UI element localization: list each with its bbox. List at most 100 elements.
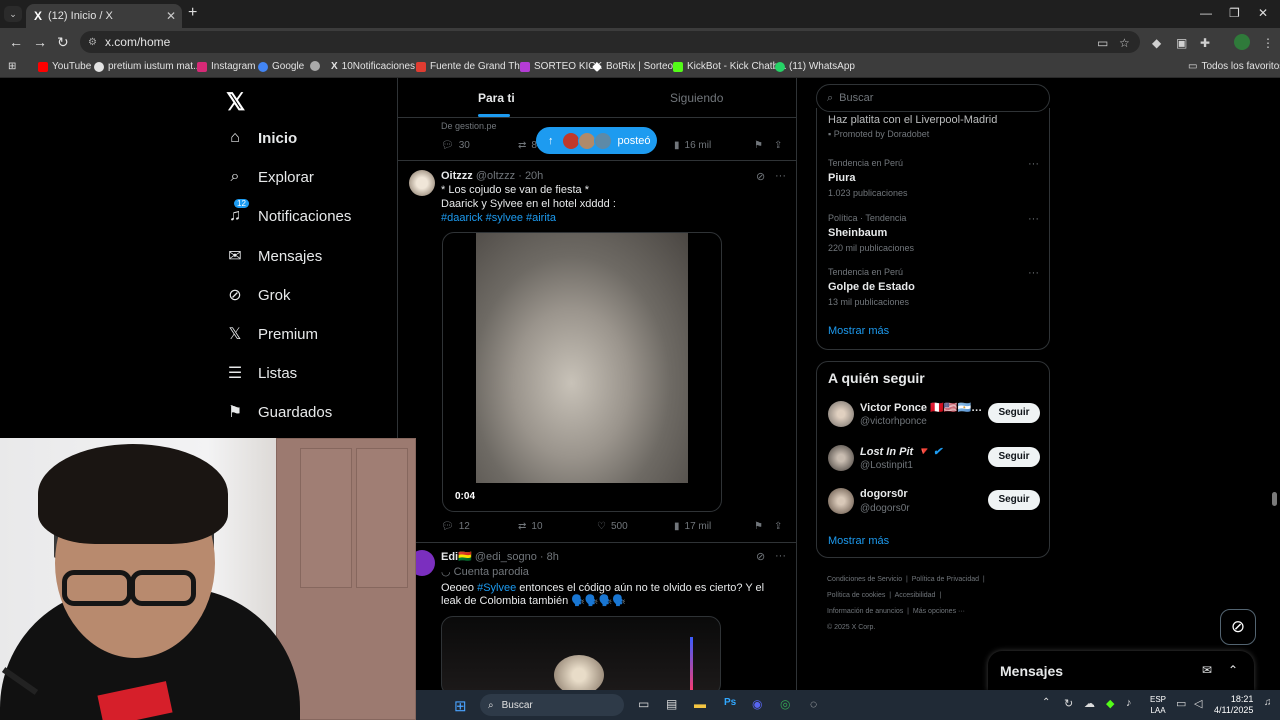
follow-button[interactable]: Seguir bbox=[988, 403, 1040, 423]
post-handle[interactable]: @edi_sogno bbox=[475, 551, 537, 563]
bookmark-instagram[interactable]: Instagram bbox=[197, 61, 255, 72]
menu-kebab-icon[interactable]: ⋮ bbox=[1262, 36, 1274, 50]
footer-link[interactable]: Condiciones de Servicio bbox=[827, 576, 902, 583]
follow-name[interactable]: Lost In Pit 🔻 ✔ bbox=[860, 445, 942, 458]
post-media[interactable] bbox=[441, 616, 721, 690]
tab-following[interactable]: Siguiendo bbox=[670, 91, 723, 105]
bookmark-google[interactable]: Google bbox=[258, 61, 304, 72]
nav-home[interactable]: ⌂ Inicio bbox=[226, 129, 297, 147]
footer-link[interactable]: Política de Privacidad bbox=[912, 576, 979, 583]
nav-messages[interactable]: ✉ Mensajes bbox=[226, 246, 322, 266]
clock[interactable]: 18:21 4/11/2025 bbox=[1214, 694, 1253, 716]
nav-lists[interactable]: ☰ Listas bbox=[226, 363, 297, 383]
trend-item[interactable]: Política · Tendencia Sheinbaum 220 mil p… bbox=[828, 213, 914, 253]
trend-item[interactable]: Tendencia en Perú Piura 1.023 publicacio… bbox=[828, 158, 908, 198]
grok-icon[interactable]: ⊘ bbox=[756, 550, 765, 563]
bookmark-icon[interactable]: ⚑ bbox=[754, 521, 763, 532]
post-author-name[interactable]: Oitzzz bbox=[441, 170, 473, 182]
back-icon[interactable]: ← bbox=[9, 34, 23, 50]
bookmark-sorteo-kick[interactable]: SORTEO KICK bbox=[520, 61, 602, 72]
bookmark-botrix[interactable]: BotRix | Sorteos bbox=[592, 61, 678, 72]
share-icon[interactable]: ⇪ bbox=[774, 140, 782, 151]
cloud-icon[interactable]: ☁ bbox=[1084, 697, 1095, 710]
tray-chevron-icon[interactable]: ⌃ bbox=[1042, 697, 1050, 708]
follow-handle[interactable]: @dogors0r bbox=[860, 503, 910, 514]
follow-suggestion[interactable]: Victor Ponce 🇵🇪🇺🇸🇦🇷… @victorhponce Segui… bbox=[828, 401, 1040, 431]
browser-tab[interactable]: X (12) Inicio / X ✕ bbox=[26, 4, 182, 28]
new-posts-pill[interactable]: ↑ posteó bbox=[536, 127, 657, 154]
follow-suggestion[interactable]: dogors0r @dogors0r Seguir bbox=[828, 488, 1040, 518]
extension-icon-2[interactable]: ▣ bbox=[1176, 36, 1187, 50]
nav-bookmarks[interactable]: ⚑ Guardados bbox=[226, 402, 332, 422]
trend-item[interactable]: Tendencia en Perú Golpe de Estado 13 mil… bbox=[828, 267, 915, 307]
post-time[interactable]: 8h bbox=[547, 551, 559, 563]
more-options-icon[interactable]: ··· bbox=[775, 170, 786, 182]
follow-suggestion[interactable]: Lost In Pit 🔻 ✔ @Lostinpit1 Seguir bbox=[828, 445, 1040, 475]
post-author-name[interactable]: Edi🇧🇴 bbox=[441, 551, 472, 563]
forward-icon[interactable]: → bbox=[33, 34, 47, 50]
mic-icon[interactable]: ♪ bbox=[1126, 697, 1132, 709]
new-message-icon[interactable]: ✉ bbox=[1202, 663, 1212, 677]
grok-icon[interactable]: ⊘ bbox=[756, 170, 765, 183]
avatar[interactable] bbox=[828, 488, 854, 514]
bookmark-youtube[interactable]: YouTube bbox=[38, 61, 91, 72]
bookmark-notifications[interactable]: X 10Notificaciones bbox=[331, 61, 415, 72]
notifications-icon[interactable]: ♫ bbox=[1264, 697, 1272, 708]
all-favorites[interactable]: ▭ Todos los favoritos bbox=[1188, 61, 1280, 72]
bookmark-kickbot[interactable]: KickBot - Kick Chatb... bbox=[673, 61, 786, 72]
app-icon-2[interactable]: ◌ bbox=[810, 697, 817, 711]
messages-drawer[interactable]: Mensajes ✉ ⌃ bbox=[988, 651, 1254, 690]
show-more-follows[interactable]: Mostrar más bbox=[828, 535, 889, 547]
reply-button[interactable]: 💬︎ 12 bbox=[441, 521, 470, 532]
network-icon[interactable]: ▭ bbox=[1176, 697, 1186, 710]
volume-icon[interactable]: ◁ bbox=[1194, 697, 1202, 710]
tray-icon[interactable]: ↻ bbox=[1064, 697, 1073, 710]
avatar[interactable] bbox=[828, 401, 854, 427]
trend-more-icon[interactable]: ··· bbox=[1028, 267, 1039, 279]
app-icon[interactable]: ▤ bbox=[666, 697, 677, 711]
trend-more-icon[interactable]: ··· bbox=[1028, 213, 1039, 225]
follow-name[interactable]: Victor Ponce 🇵🇪🇺🇸🇦🇷… bbox=[860, 401, 982, 414]
site-info-icon[interactable]: ⚙ bbox=[88, 37, 97, 48]
views-button[interactable]: ▮ 17 mil bbox=[674, 521, 711, 532]
extension-icon[interactable]: ◆ bbox=[1152, 36, 1161, 50]
footer-link[interactable]: Política de cookies bbox=[827, 592, 885, 599]
footer-link[interactable]: Información de anuncios bbox=[827, 608, 903, 615]
follow-handle[interactable]: @victorhponce bbox=[860, 416, 927, 427]
tab-search-button[interactable]: ⌄ bbox=[4, 6, 22, 22]
avatar[interactable] bbox=[409, 170, 435, 196]
follow-name[interactable]: dogors0r bbox=[860, 488, 908, 500]
minimize-icon[interactable]: — bbox=[1200, 6, 1212, 20]
windows-start-icon[interactable]: ⊞ bbox=[454, 697, 467, 715]
show-more-trends[interactable]: Mostrar más bbox=[828, 325, 889, 337]
more-options-icon[interactable]: ··· bbox=[775, 550, 786, 562]
tab-close-icon[interactable]: ✕ bbox=[166, 9, 176, 23]
reload-icon[interactable]: ↻ bbox=[57, 34, 69, 51]
new-tab-icon[interactable]: + bbox=[188, 4, 197, 22]
follow-button[interactable]: Seguir bbox=[988, 490, 1040, 510]
scrollbar-thumb[interactable] bbox=[1272, 492, 1277, 506]
grok-floating-button[interactable]: ⊘ bbox=[1220, 609, 1256, 645]
expand-icon[interactable]: ⌃ bbox=[1228, 663, 1238, 677]
post-hashtags[interactable]: #daarick #sylvee #airita bbox=[441, 212, 556, 225]
chrome-icon[interactable]: ◎ bbox=[780, 697, 790, 711]
tray-app-icon[interactable]: ◆ bbox=[1106, 697, 1114, 710]
repost-button[interactable]: ⇄ 8 bbox=[518, 140, 537, 151]
follow-handle[interactable]: @Lostinpit1 bbox=[860, 460, 913, 471]
post-handle[interactable]: @oltzzz bbox=[476, 170, 515, 182]
like-button[interactable]: ♡ 500 bbox=[597, 521, 628, 532]
bookmark-pretium[interactable]: pretium iustum mat... bbox=[94, 61, 201, 72]
profile-avatar[interactable] bbox=[1234, 34, 1250, 50]
restore-icon[interactable]: ❐ bbox=[1229, 6, 1240, 20]
tab-for-you[interactable]: Para ti bbox=[478, 91, 515, 105]
apps-grid-icon[interactable]: ⊞ bbox=[8, 61, 16, 72]
extensions-puzzle-icon[interactable]: ✚ bbox=[1200, 36, 1210, 50]
bookmark-globe[interactable] bbox=[310, 61, 320, 71]
avatar[interactable] bbox=[828, 445, 854, 471]
nav-premium[interactable]: 𝕏 Premium bbox=[226, 324, 318, 344]
taskbar-search[interactable]: ⌕ Buscar bbox=[480, 694, 624, 716]
nav-notifications[interactable]: ♫ 12 Notificaciones bbox=[226, 199, 351, 225]
close-window-icon[interactable]: ✕ bbox=[1258, 6, 1268, 20]
share-icon[interactable]: ⇪ bbox=[774, 521, 782, 532]
post-hashtag[interactable]: #Sylvee bbox=[477, 582, 516, 594]
